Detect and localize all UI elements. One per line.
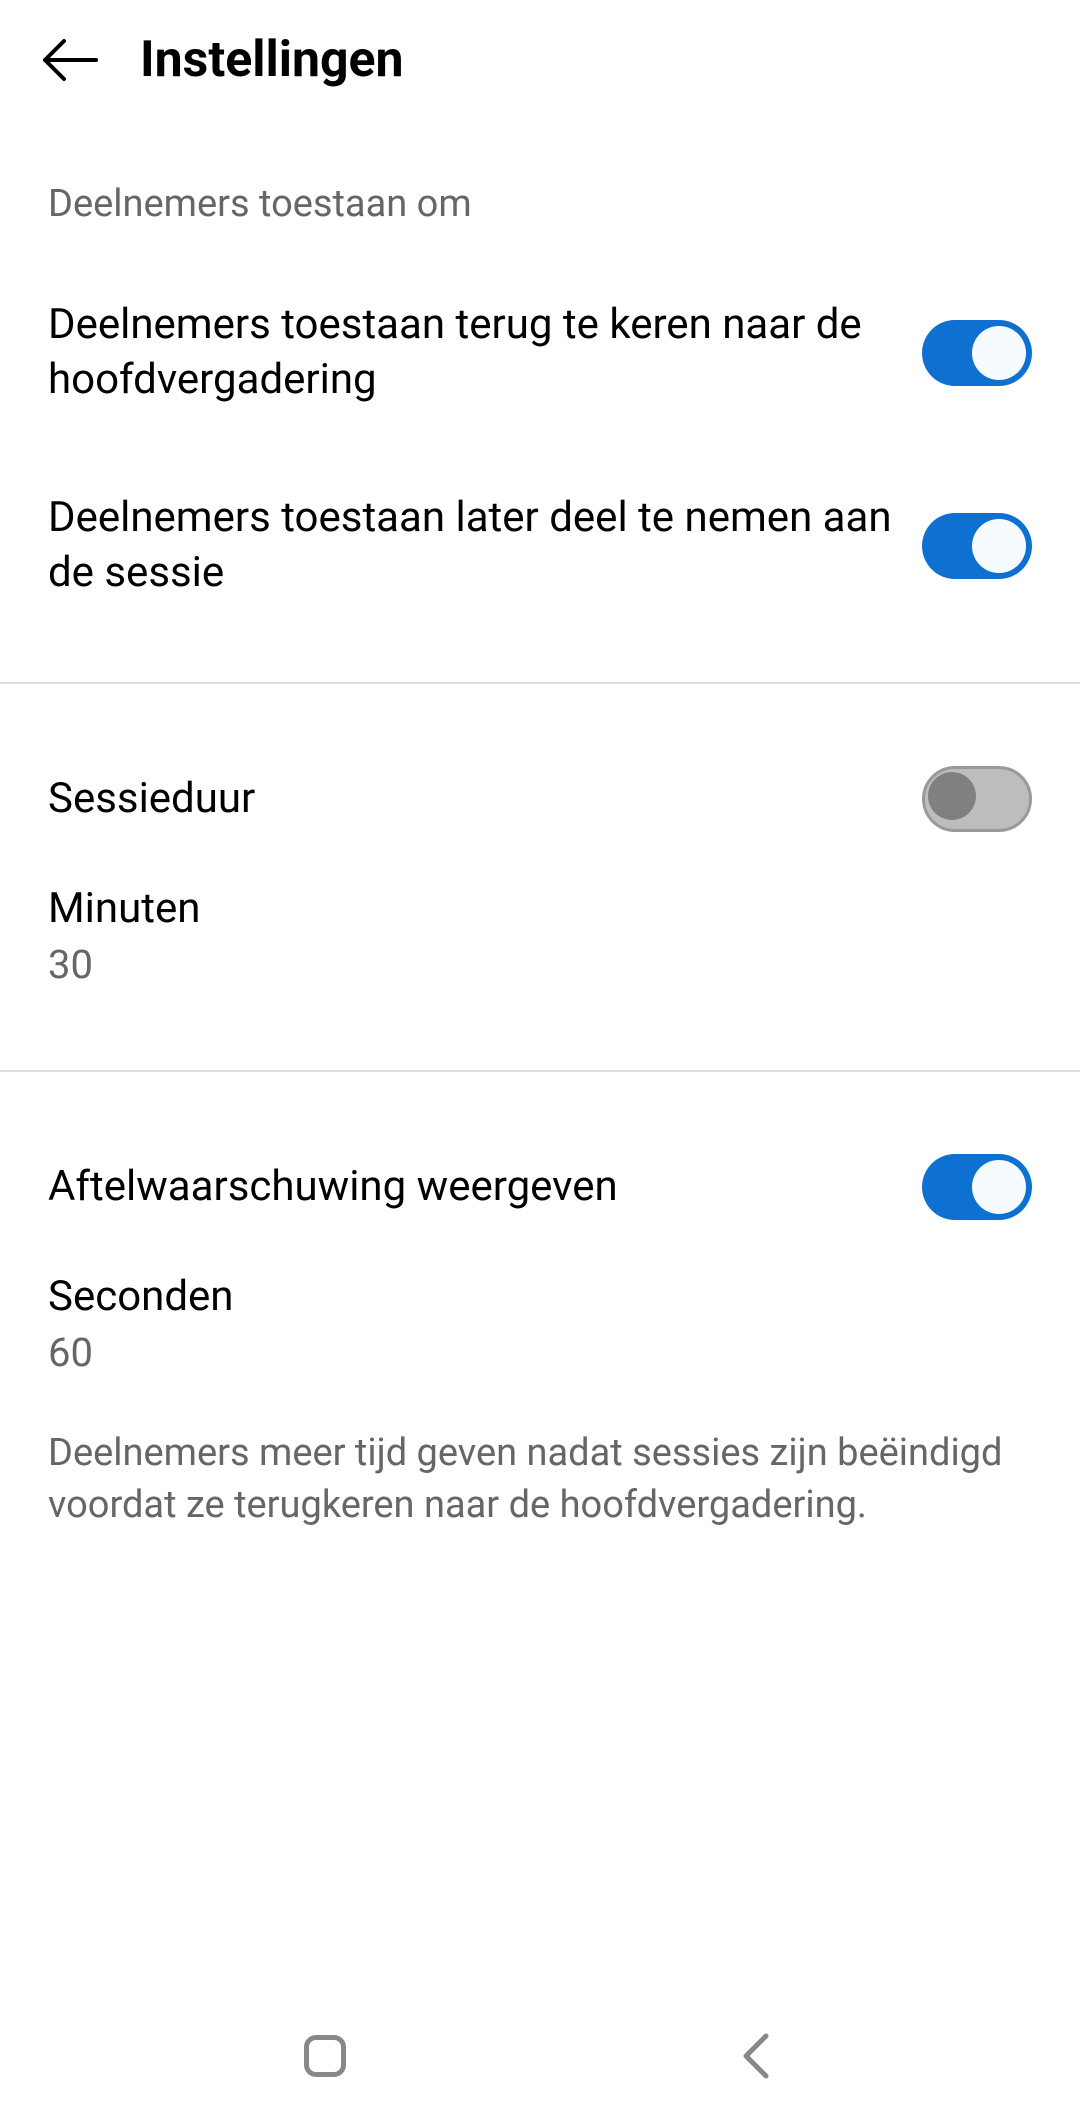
seconds-value: 60 — [48, 1329, 1032, 1376]
toggle-knob — [972, 326, 1026, 380]
back-arrow-icon — [42, 39, 98, 81]
minutes-block[interactable]: Minuten 30 — [0, 874, 1080, 1030]
square-icon — [304, 2035, 346, 2077]
seconds-block[interactable]: Seconden 60 — [0, 1262, 1080, 1418]
header: Instellingen — [0, 0, 1080, 120]
system-nav-bar — [0, 1996, 1080, 2116]
setting-label: Aftelwaarschuwing weergeven — [48, 1160, 892, 1215]
setting-countdown-warning[interactable]: Aftelwaarschuwing weergeven — [0, 1112, 1080, 1262]
setting-session-duration[interactable]: Sessieduur — [0, 724, 1080, 874]
countdown-description: Deelnemers meer tijd geven nadat sessies… — [0, 1418, 1080, 1571]
toggle-session-duration[interactable] — [922, 766, 1032, 832]
setting-label: Deelnemers toestaan terug te keren naar … — [48, 298, 892, 407]
back-button[interactable] — [40, 30, 100, 90]
minutes-value: 30 — [48, 941, 1032, 988]
nav-recent-button[interactable] — [295, 2026, 355, 2086]
toggle-knob — [972, 1160, 1026, 1214]
toggle-allow-return-main[interactable] — [922, 320, 1032, 386]
page-title: Instellingen — [140, 31, 404, 89]
nav-back-button[interactable] — [725, 2026, 785, 2086]
minutes-label: Minuten — [48, 884, 1032, 933]
chevron-left-icon — [740, 2032, 770, 2080]
toggle-knob — [928, 772, 976, 820]
seconds-label: Seconden — [48, 1272, 1032, 1321]
setting-label: Deelnemers toestaan later deel te nemen … — [48, 491, 892, 600]
toggle-countdown-warning[interactable] — [922, 1154, 1032, 1220]
toggle-knob — [972, 519, 1026, 573]
setting-allow-join-later[interactable]: Deelnemers toestaan later deel te nemen … — [0, 449, 1080, 642]
toggle-allow-join-later[interactable] — [922, 513, 1032, 579]
section-label-participants: Deelnemers toestaan om — [0, 120, 1080, 256]
setting-label: Sessieduur — [48, 772, 892, 827]
setting-allow-return-main[interactable]: Deelnemers toestaan terug te keren naar … — [0, 256, 1080, 449]
